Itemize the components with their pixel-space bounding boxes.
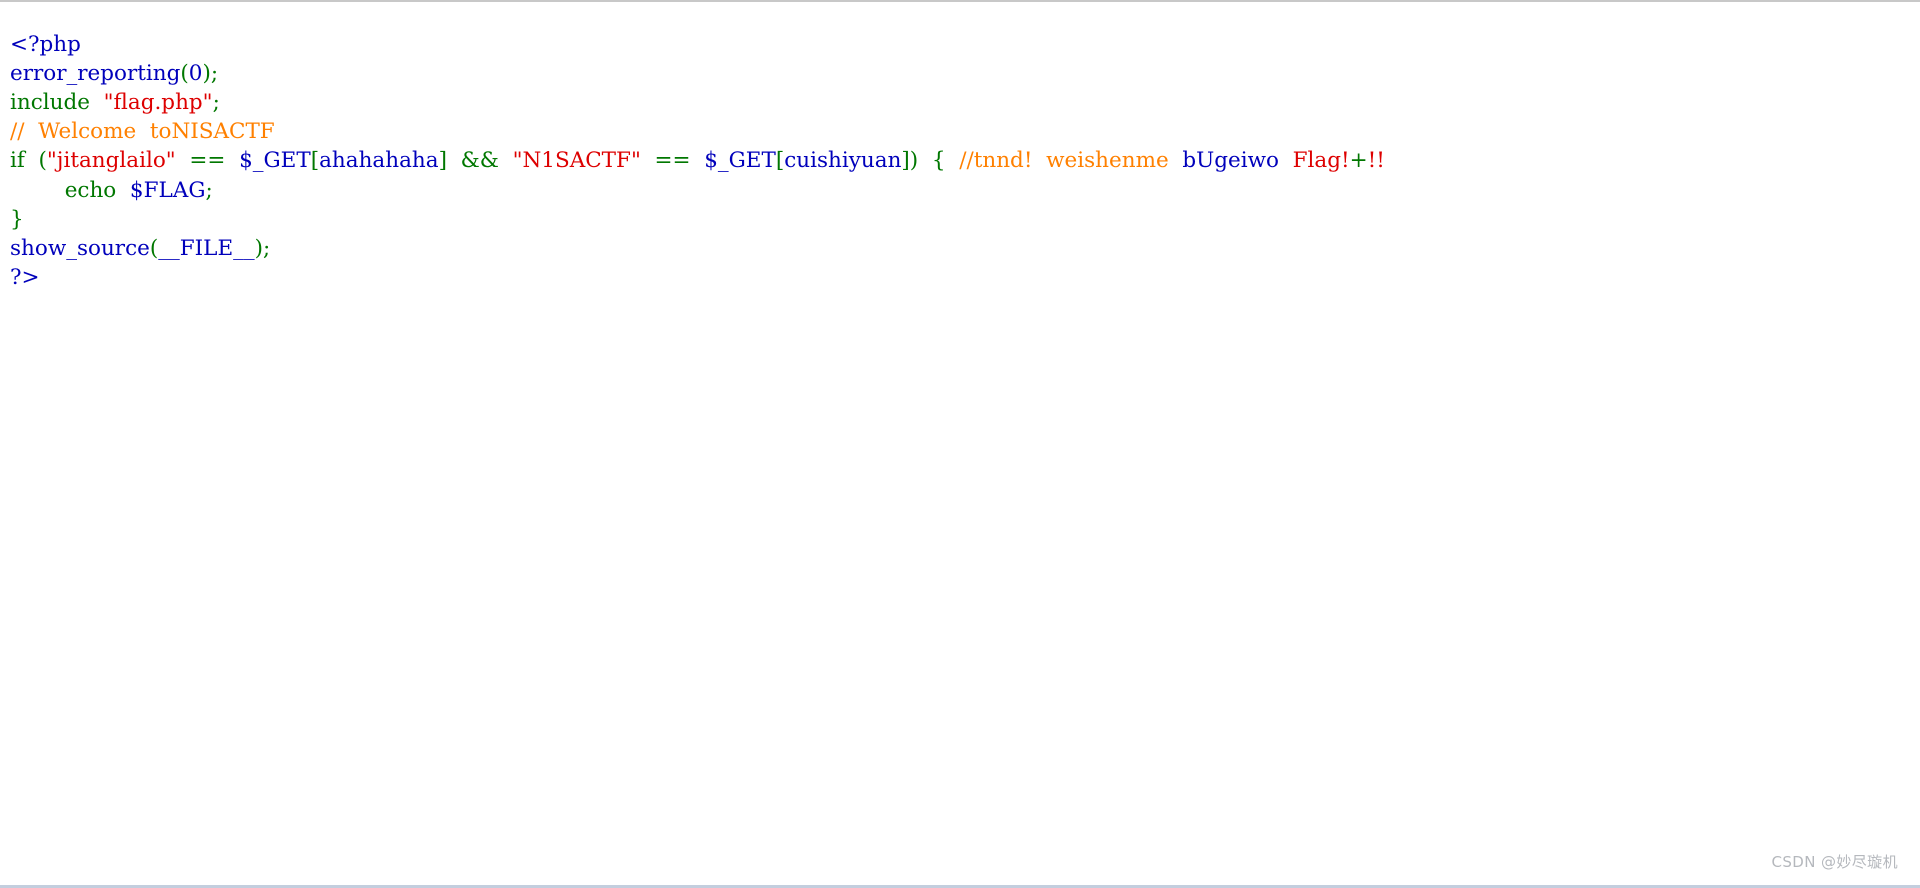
code-token: ] [438, 148, 447, 174]
code-token: && [460, 148, 499, 174]
code-token: echo [64, 177, 117, 203]
code-token: $_GET [239, 148, 311, 174]
code-line: echo $FLAG; [10, 178, 213, 203]
code-token: //tnnd! weishenme [959, 148, 1183, 174]
code-line: } [10, 207, 24, 232]
page-root: <?php error_reporting(0); include "flag.… [0, 0, 1920, 888]
code-token: "flag.php" [103, 89, 213, 115]
code-token: ; [263, 235, 271, 261]
code-token: ( [180, 60, 189, 86]
code-token: ) [254, 235, 264, 261]
code-token: { [931, 148, 946, 174]
code-token: bUgeiwo [1182, 148, 1279, 174]
code-token: ahahahaha [319, 148, 439, 174]
code-line: if ("jitanglailo" == $_GET[ahahahaha] &&… [10, 148, 1385, 173]
code-token: Flag! [1292, 148, 1350, 174]
code-token: ; [210, 60, 219, 86]
php-source-code-block: <?php error_reporting(0); include "flag.… [10, 30, 1385, 293]
code-token: ( [149, 235, 159, 261]
code-token: <?php [10, 31, 81, 57]
code-line: include "flag.php"; [10, 90, 220, 115]
code-token: } [10, 206, 24, 232]
code-token: ) [202, 60, 211, 86]
code-token: ]) [901, 148, 919, 174]
code-token: == [189, 148, 226, 174]
csdn-watermark: CSDN @妙尽璇机 [1771, 853, 1898, 871]
code-line: show_source(__FILE__); [10, 236, 270, 261]
code-token: ; [205, 177, 213, 203]
code-token: ( [38, 148, 47, 174]
code-token: error_reporting [10, 60, 181, 86]
code-token: "N1SACTF" [512, 148, 641, 174]
code-token: // Welcome toNISACTF [10, 119, 275, 145]
code-token: __FILE__ [158, 235, 255, 261]
code-token: 0 [188, 60, 203, 86]
code-line: <?php [10, 32, 81, 57]
top-divider [0, 0, 1920, 2]
code-token: !! [1367, 148, 1385, 174]
code-token: [ [775, 148, 785, 174]
code-token: ?> [10, 265, 40, 291]
code-token: $_GET [704, 148, 776, 174]
code-line: ?> [10, 265, 40, 290]
code-token: "jitanglailo" [46, 148, 176, 174]
code-token: if [10, 148, 25, 174]
code-token: cuishiyuan [784, 148, 902, 174]
code-line: error_reporting(0); [10, 61, 218, 86]
code-token: $FLAG [129, 177, 206, 203]
code-line: // Welcome toNISACTF [10, 119, 275, 144]
code-token: show_source [10, 235, 150, 261]
code-token: include [10, 89, 90, 115]
code-token: == [654, 148, 691, 174]
code-token: [ [310, 148, 320, 174]
code-token: ; [212, 89, 220, 115]
code-token: + [1349, 148, 1368, 174]
